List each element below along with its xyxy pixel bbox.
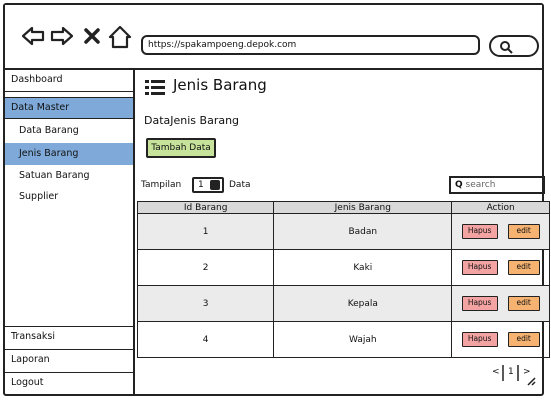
cell-jenis: Kaki	[273, 249, 453, 286]
table-row: 2 Kaki Hapus edit	[136, 249, 550, 286]
edit-button[interactable]: edit	[507, 296, 540, 311]
pagination-divider	[517, 365, 519, 381]
edit-button[interactable]: edit	[507, 260, 540, 275]
edit-button[interactable]: edit	[507, 332, 540, 347]
edit-button[interactable]: edit	[507, 224, 540, 239]
jenis-barang-table: Id Barang Jenis Barang Action 1 Badan Ha…	[136, 201, 550, 358]
column-header-action: Action	[451, 201, 550, 214]
resize-grip-icon[interactable]	[526, 371, 536, 390]
sidebar-item-logout[interactable]: Logout	[5, 372, 133, 394]
show-entries-suffix: Data	[229, 180, 251, 190]
table-search-placeholder: search	[465, 180, 496, 190]
app-window: https://spakampoeng.depok.com Dashboard …	[3, 3, 550, 396]
cell-id: 1	[136, 213, 275, 250]
table-row: 3 Kepala Hapus edit	[136, 285, 550, 322]
delete-button[interactable]: Hapus	[461, 332, 498, 347]
cell-actions: Hapus edit	[451, 321, 550, 358]
cell-id: 3	[136, 285, 275, 322]
show-entries-label: Tampilan	[141, 180, 182, 190]
sidebar-item-data-barang[interactable]: Data Barang	[5, 120, 133, 142]
cell-actions: Hapus edit	[451, 249, 550, 286]
search-icon: Q	[455, 180, 463, 190]
sidebar: Dashboard Data Master Data Barang Jenis …	[5, 70, 135, 394]
sidebar-item-data-master[interactable]: Data Master	[5, 97, 133, 119]
column-header-id: Id Barang	[136, 201, 275, 214]
cell-id: 4	[136, 321, 275, 358]
section-subtitle: DataJenis Barang	[144, 114, 240, 127]
search-icon	[500, 41, 513, 54]
main-content: Jenis Barang DataJenis Barang Tambah Dat…	[136, 70, 550, 394]
cell-jenis: Badan	[273, 213, 453, 250]
sidebar-item-supplier[interactable]: Supplier	[5, 187, 133, 207]
back-icon[interactable]	[21, 25, 45, 51]
cell-id: 2	[136, 249, 275, 286]
sidebar-item-dashboard[interactable]: Dashboard	[5, 70, 133, 92]
table-search-input[interactable]: Q search	[449, 176, 545, 194]
cell-actions: Hapus edit	[451, 213, 550, 250]
pagination-page-1[interactable]: 1	[508, 367, 514, 377]
url-bar[interactable]: https://spakampoeng.depok.com	[141, 35, 480, 55]
stepper-icon[interactable]	[210, 180, 220, 190]
sidebar-item-laporan[interactable]: Laporan	[5, 349, 133, 371]
sidebar-item-satuan-barang[interactable]: Satuan Barang	[5, 166, 133, 186]
forward-icon[interactable]	[50, 25, 74, 51]
pagination-prev[interactable]: <	[492, 367, 500, 377]
table-row: 1 Badan Hapus edit	[136, 213, 550, 250]
column-header-jenis: Jenis Barang	[273, 201, 453, 214]
close-icon[interactable]	[83, 27, 101, 49]
show-entries-select[interactable]: 1	[192, 177, 224, 193]
add-data-button[interactable]: Tambah Data	[146, 138, 216, 158]
cell-jenis: Kepala	[273, 285, 453, 322]
sidebar-item-transaksi[interactable]: Transaksi	[5, 326, 133, 348]
hamburger-icon[interactable]	[145, 80, 165, 100]
delete-button[interactable]: Hapus	[461, 224, 498, 239]
browser-search-button[interactable]	[489, 35, 539, 57]
delete-button[interactable]: Hapus	[461, 260, 498, 275]
browser-toolbar: https://spakampoeng.depok.com	[5, 5, 542, 70]
pagination-divider	[502, 365, 504, 381]
cell-actions: Hapus edit	[451, 285, 550, 322]
sidebar-item-jenis-barang[interactable]: Jenis Barang	[5, 143, 133, 165]
page-title: Jenis Barang	[173, 76, 267, 94]
table-row: 4 Wajah Hapus edit	[136, 321, 550, 358]
show-entries-value: 1	[198, 180, 204, 190]
cell-jenis: Wajah	[273, 321, 453, 358]
delete-button[interactable]: Hapus	[461, 296, 498, 311]
home-icon[interactable]	[108, 25, 132, 53]
